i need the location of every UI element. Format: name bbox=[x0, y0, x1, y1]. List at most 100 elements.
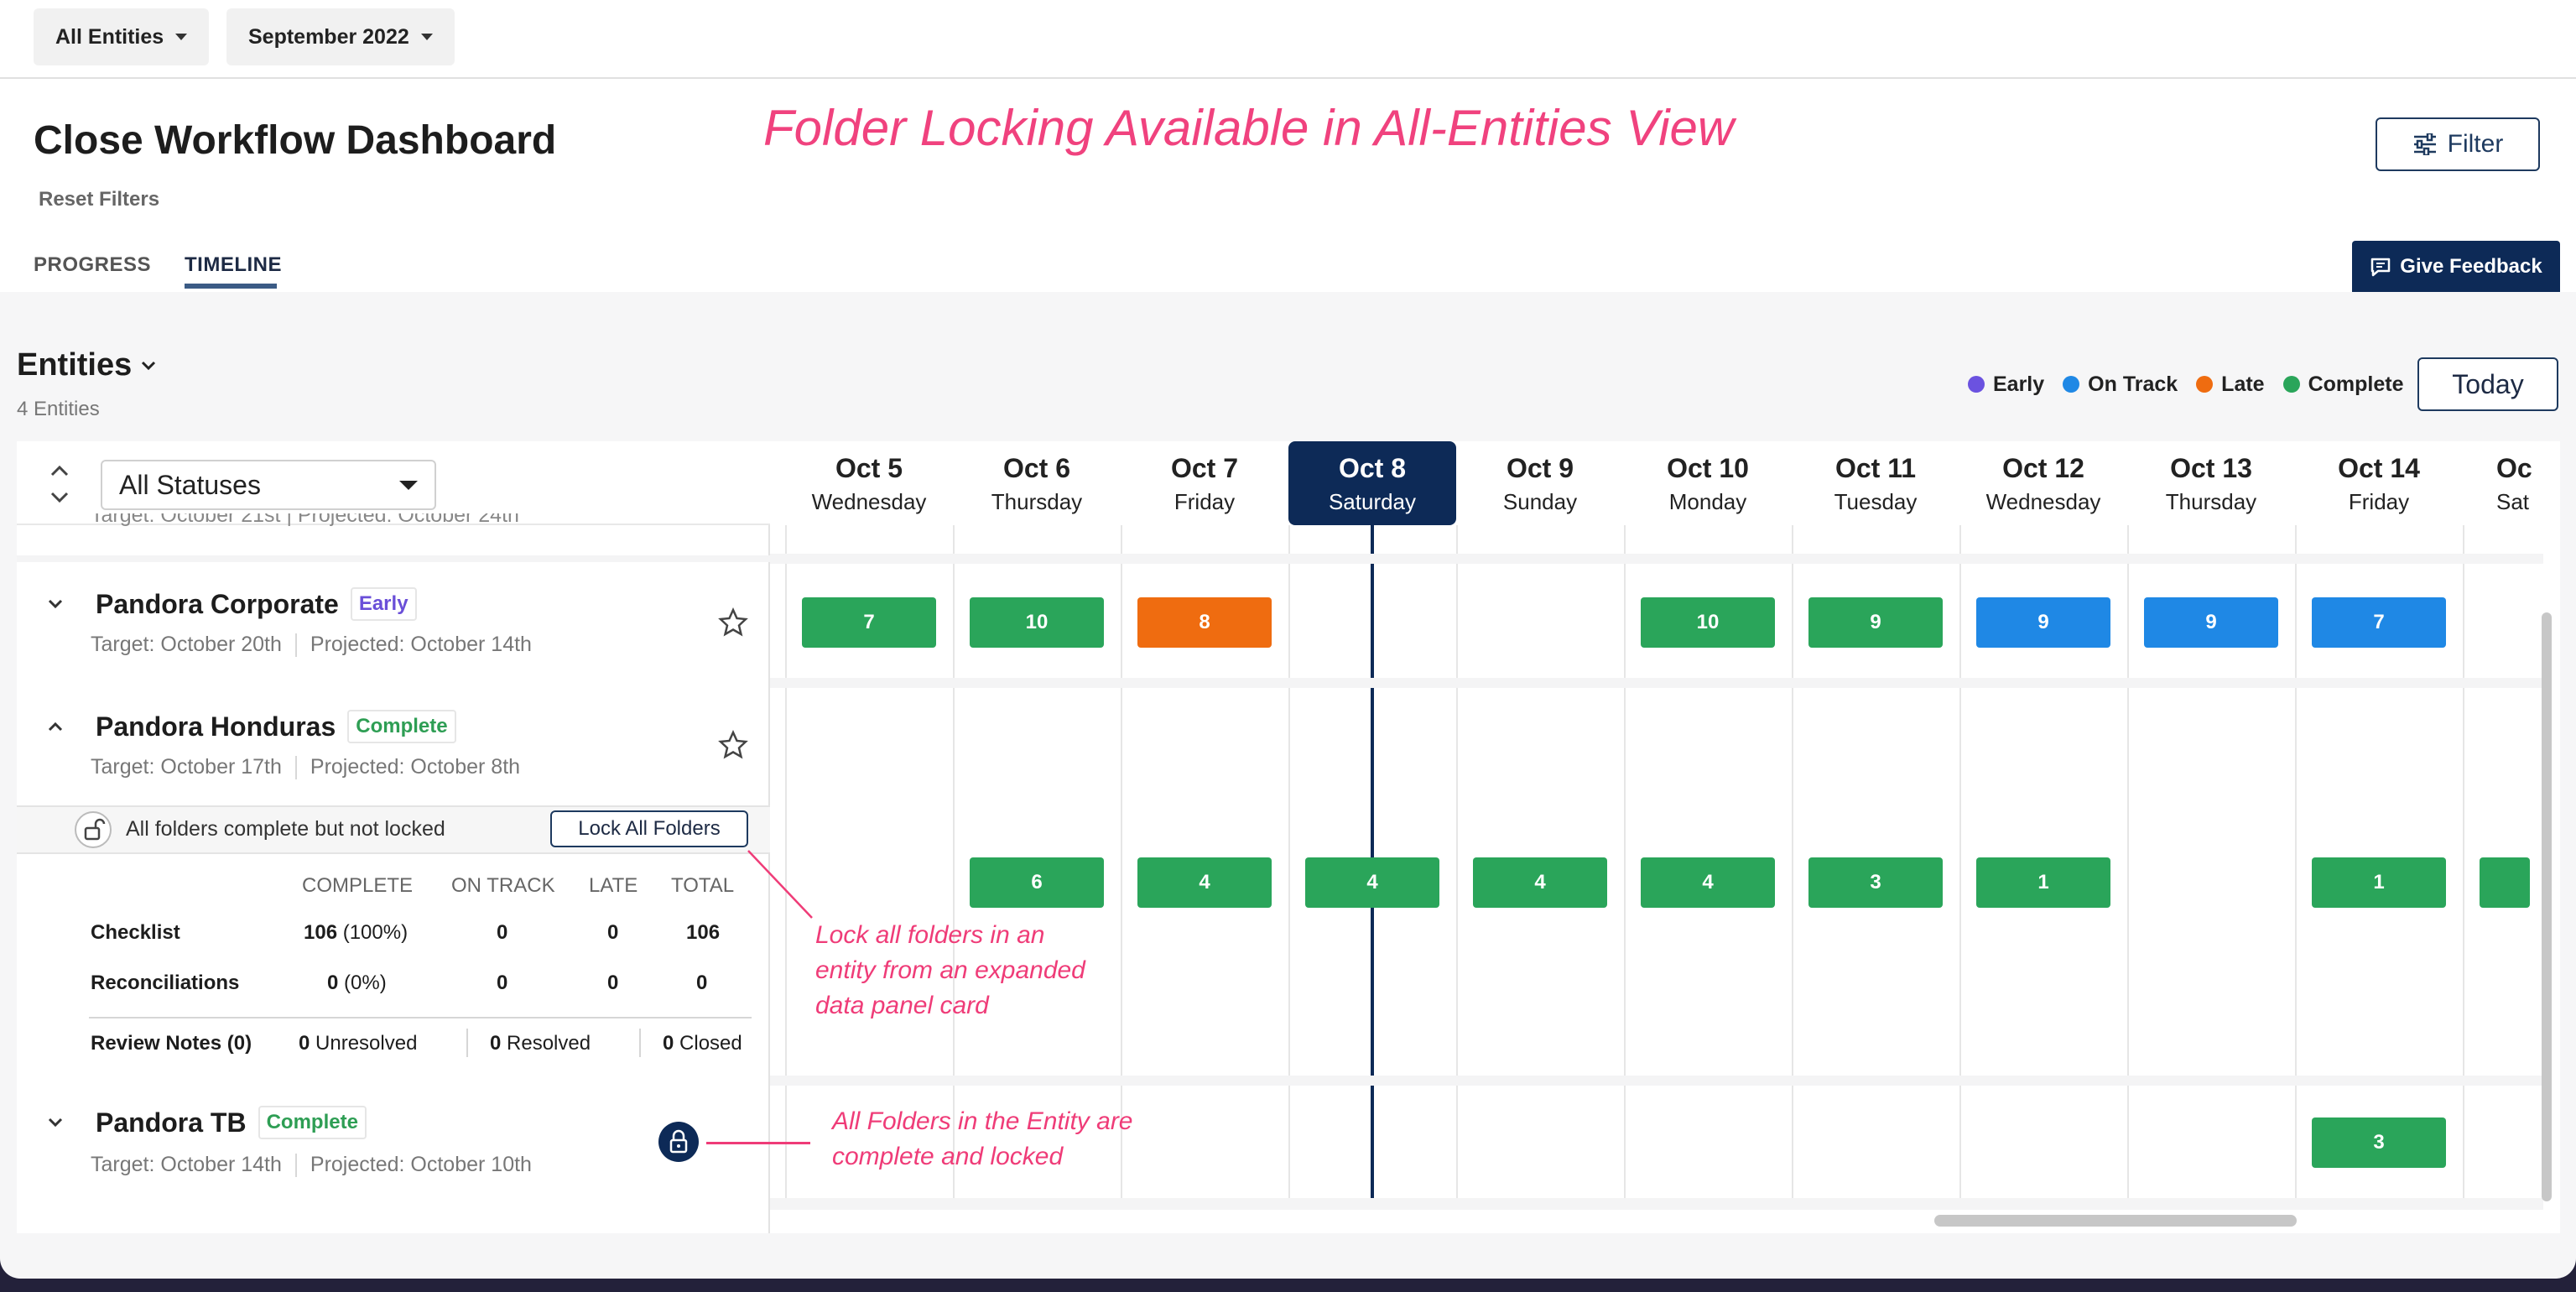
day-header: Oct 7 Friday bbox=[1170, 453, 1239, 514]
period-selector-label: September 2022 bbox=[248, 24, 409, 49]
stats-header-total: TOTAL bbox=[671, 874, 735, 897]
task-count-chip[interactable]: 1 bbox=[1976, 857, 2110, 908]
legend-on-track: On Track bbox=[2063, 372, 2178, 397]
review-notes-closed: 0 Closed bbox=[663, 1032, 742, 1055]
horizontal-scrollbar[interactable] bbox=[1934, 1215, 2297, 1227]
status-badge: Early bbox=[350, 587, 417, 621]
lock-all-folders-button[interactable]: Lock All Folders bbox=[550, 810, 748, 847]
review-notes-unresolved: 0 Unresolved bbox=[299, 1032, 418, 1055]
locked-icon bbox=[658, 1122, 699, 1162]
projected-date: Projected: October 8th bbox=[310, 755, 521, 779]
legend-late: Late bbox=[2196, 372, 2265, 397]
give-feedback-label: Give Feedback bbox=[2400, 254, 2542, 278]
top-bar: All Entities September 2022 bbox=[0, 0, 2576, 79]
entities-title: Entities bbox=[17, 347, 133, 383]
caret-down-icon bbox=[399, 480, 418, 490]
chevron-down-icon[interactable] bbox=[47, 1114, 64, 1131]
unlocked-icon bbox=[75, 811, 112, 848]
reset-filters-link[interactable]: Reset Filters bbox=[39, 188, 159, 211]
entity-row-pandora-tb[interactable]: Pandora TB Complete bbox=[47, 1106, 367, 1139]
task-count-chip[interactable]: 4 bbox=[1137, 857, 1272, 908]
task-count-chip[interactable]: 10 bbox=[970, 597, 1104, 648]
task-count-chip[interactable] bbox=[2480, 857, 2530, 908]
reconciliations-label: Reconciliations bbox=[91, 972, 240, 994]
stats-header-late: LATE bbox=[589, 874, 638, 897]
task-count-chip[interactable]: 4 bbox=[1473, 857, 1607, 908]
caret-down-icon bbox=[420, 34, 433, 40]
divider bbox=[639, 1029, 641, 1057]
task-count-chip[interactable]: 7 bbox=[2312, 597, 2446, 648]
chevron-up-icon[interactable] bbox=[47, 718, 64, 735]
sort-expand-icon[interactable] bbox=[47, 463, 72, 505]
active-tab-indicator bbox=[185, 284, 277, 289]
entities-heading[interactable]: Entities bbox=[17, 347, 157, 383]
on-track-dot-icon bbox=[2063, 376, 2080, 393]
task-count-chip[interactable]: 3 bbox=[1808, 857, 1943, 908]
day-header: Oct 8 Saturday bbox=[1288, 441, 1456, 525]
entity-row-pandora-corporate[interactable]: Pandora Corporate Early bbox=[47, 587, 417, 621]
vertical-scrollbar[interactable] bbox=[2542, 612, 2552, 1201]
day-header: Oc Sat bbox=[2496, 453, 2532, 514]
status-badge: Complete bbox=[258, 1106, 367, 1139]
chevron-down-icon[interactable] bbox=[47, 596, 64, 612]
divider bbox=[294, 755, 297, 779]
task-count-chip[interactable]: 9 bbox=[2144, 597, 2278, 648]
entity-dates: Target: October 14th Projected: October 1… bbox=[91, 1153, 532, 1177]
complete-dot-icon bbox=[2282, 376, 2300, 393]
annotation-title: Folder Locking Available in All-Entities… bbox=[763, 100, 1735, 156]
today-button[interactable]: Today bbox=[2417, 357, 2558, 411]
task-count-chip[interactable]: 7 bbox=[802, 597, 936, 648]
tab-timeline[interactable]: TIMELINE bbox=[185, 253, 282, 277]
filter-button[interactable]: Filter bbox=[2376, 117, 2540, 171]
annotation-arrow bbox=[747, 850, 813, 919]
status-filter-select[interactable]: All Statuses bbox=[101, 460, 436, 510]
day-header: Oct 5 Wednesday bbox=[811, 453, 927, 514]
target-date: Target: October 20th bbox=[91, 633, 282, 656]
star-icon[interactable] bbox=[718, 730, 748, 760]
target-date: Target: October 17th bbox=[91, 755, 282, 779]
checklist-on-track: 0 bbox=[497, 921, 508, 944]
entity-row-pandora-honduras[interactable]: Pandora Honduras Complete bbox=[47, 710, 456, 743]
annotation-locked: All Folders in the Entity are complete a… bbox=[832, 1107, 1133, 1170]
page-title: Close Workflow Dashboard bbox=[34, 118, 557, 163]
checklist-complete: 106 (100%) bbox=[304, 921, 409, 944]
entity-selector[interactable]: All Entities bbox=[34, 8, 210, 65]
checklist-total: 106 bbox=[686, 921, 721, 944]
row-separator bbox=[17, 555, 770, 562]
task-count-chip[interactable]: 3 bbox=[2312, 1117, 2446, 1168]
legend-early: Early bbox=[1968, 372, 2044, 397]
early-dot-icon bbox=[1968, 376, 1985, 393]
task-count-chip[interactable]: 4 bbox=[1641, 857, 1775, 908]
task-count-chip[interactable]: 9 bbox=[1808, 597, 1943, 648]
grid-line bbox=[1456, 525, 1458, 1208]
task-count-chip[interactable]: 4 bbox=[1305, 857, 1439, 908]
legend-complete: Complete bbox=[2282, 372, 2403, 397]
late-dot-icon bbox=[2196, 376, 2214, 393]
day-header: Oct 12 Wednesday bbox=[1985, 453, 2101, 514]
task-count-chip[interactable]: 10 bbox=[1641, 597, 1775, 648]
checklist-late: 0 bbox=[607, 921, 619, 944]
day-header: Oct 14 Friday bbox=[2338, 453, 2420, 514]
grid-line bbox=[2127, 525, 2129, 1208]
stats-header-complete: COMPLETE bbox=[302, 874, 414, 897]
task-count-chip[interactable]: 1 bbox=[2312, 857, 2446, 908]
sliders-icon bbox=[2413, 133, 2436, 155]
day-header: Oct 6 Thursday bbox=[991, 453, 1083, 514]
review-notes-resolved: 0 Resolved bbox=[490, 1032, 591, 1055]
give-feedback-button[interactable]: Give Feedback bbox=[2352, 241, 2560, 292]
task-count-chip[interactable]: 8 bbox=[1137, 597, 1272, 648]
entity-selector-label: All Entities bbox=[55, 24, 164, 49]
tab-progress[interactable]: PROGRESS bbox=[34, 253, 151, 277]
grid-line bbox=[1792, 525, 1793, 1208]
period-selector[interactable]: September 2022 bbox=[226, 8, 455, 65]
task-count-chip[interactable]: 6 bbox=[970, 857, 1104, 908]
entities-count: 4 Entities bbox=[17, 398, 100, 420]
task-count-chip[interactable]: 9 bbox=[1976, 597, 2110, 648]
annotation-line bbox=[706, 1142, 810, 1144]
caret-down-icon bbox=[175, 34, 188, 40]
grid-line bbox=[1959, 525, 1961, 1208]
star-icon[interactable] bbox=[718, 607, 748, 638]
entity-name: Pandora TB bbox=[96, 1107, 247, 1138]
filter-label: Filter bbox=[2447, 130, 2504, 158]
status-legend: Early On Track Late Complete bbox=[1968, 372, 2403, 397]
